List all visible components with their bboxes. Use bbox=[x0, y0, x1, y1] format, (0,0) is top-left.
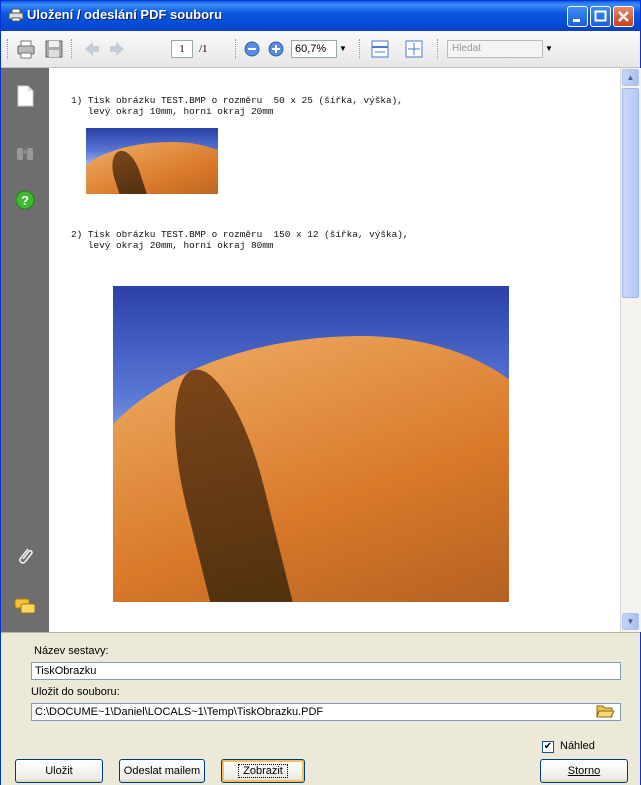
svg-text:?: ? bbox=[21, 193, 29, 208]
navigation-sidebar: ? bbox=[1, 68, 49, 632]
maximize-icon bbox=[594, 10, 607, 22]
comments-icon[interactable] bbox=[13, 594, 37, 618]
page-total: /1 bbox=[199, 43, 208, 55]
test-bmp-image-small bbox=[86, 128, 218, 194]
binoculars-icon[interactable] bbox=[13, 142, 37, 166]
open-folder-icon[interactable] bbox=[595, 702, 615, 720]
toolbar-grip bbox=[71, 39, 74, 59]
zoom-dropdown-icon[interactable]: ▼ bbox=[339, 44, 347, 53]
fit-page-icon[interactable] bbox=[403, 38, 425, 60]
zoom-input[interactable]: 60,7% bbox=[291, 40, 337, 58]
fit-width-icon[interactable] bbox=[369, 38, 391, 60]
send-mail-button[interactable]: Odeslat mailem bbox=[119, 759, 205, 783]
toolbar-grip bbox=[359, 39, 362, 59]
close-button[interactable] bbox=[613, 6, 634, 27]
maximize-button[interactable] bbox=[590, 6, 611, 27]
print-icon[interactable] bbox=[15, 38, 37, 60]
minimize-icon bbox=[573, 19, 580, 22]
window-title: Uložení / odeslání PDF souboru bbox=[27, 7, 223, 22]
cancel-button-label: Storno bbox=[567, 765, 601, 777]
settings-panel: Název sestavy: TiskObrazku Uložit do sou… bbox=[1, 632, 640, 785]
close-icon bbox=[618, 11, 629, 22]
show-button-label: Zobrazit bbox=[238, 764, 288, 778]
cancel-button[interactable]: Storno bbox=[540, 759, 628, 783]
next-page-icon[interactable] bbox=[106, 38, 128, 60]
page-number-input[interactable]: 1 bbox=[171, 40, 193, 58]
pages-icon[interactable] bbox=[13, 84, 37, 108]
pdf-preview[interactable]: 1) Tisk obrázku TEST.BMP o rozměru 50 x … bbox=[49, 68, 620, 632]
show-button[interactable]: Zobrazit bbox=[221, 759, 305, 783]
zoom-in-icon[interactable] bbox=[265, 38, 287, 60]
attachment-icon[interactable] bbox=[13, 544, 37, 568]
save-disk-icon[interactable] bbox=[43, 38, 65, 60]
save-file-label: Uložit do souboru: bbox=[31, 686, 120, 698]
save-file-input[interactable]: C:\DOCUME~1\Daniel\LOCALS~1\Temp\TiskObr… bbox=[31, 703, 621, 721]
toolbar-grip bbox=[437, 39, 440, 59]
document-text-line: levý okraj 20mm, horní okraj 80mm bbox=[71, 240, 274, 251]
toolbar-grip bbox=[235, 39, 238, 59]
preview-checkbox[interactable]: ✔ bbox=[542, 741, 554, 753]
scroll-up-icon[interactable]: ▲ bbox=[622, 69, 639, 86]
scroll-down-icon[interactable]: ▼ bbox=[622, 613, 639, 630]
minimize-button[interactable] bbox=[567, 6, 588, 27]
help-icon[interactable]: ? bbox=[13, 188, 37, 212]
document-text-line: levý okraj 10mm, horní okraj 20mm bbox=[71, 106, 274, 117]
toolbar-grip bbox=[7, 39, 10, 59]
report-name-label: Název sestavy: bbox=[34, 645, 109, 657]
document-text-line: 1) Tisk obrázku TEST.BMP o rozměru 50 x … bbox=[71, 95, 403, 106]
search-dropdown-icon[interactable]: ▼ bbox=[545, 44, 553, 53]
search-input[interactable]: Hledat bbox=[447, 40, 543, 58]
document-text-line: 2) Tisk obrázku TEST.BMP o rozměru 150 x… bbox=[71, 229, 409, 240]
title-bar[interactable]: Uložení / odeslání PDF souboru bbox=[1, 1, 640, 31]
scroll-thumb[interactable] bbox=[622, 88, 639, 298]
vertical-scrollbar[interactable]: ▲ ▼ bbox=[620, 68, 641, 632]
previous-page-icon[interactable] bbox=[81, 38, 103, 60]
pdf-toolbar: 1 /1 60,7% ▼ Hledat ▼ bbox=[1, 31, 640, 68]
report-name-input[interactable]: TiskObrazku bbox=[31, 662, 621, 680]
save-button[interactable]: Uložit bbox=[15, 759, 103, 783]
preview-checkbox-label: Náhled bbox=[560, 740, 595, 752]
zoom-out-icon[interactable] bbox=[241, 38, 263, 60]
dune-shape bbox=[86, 142, 218, 194]
printer-icon bbox=[8, 8, 24, 22]
test-bmp-image-large bbox=[113, 286, 509, 602]
dune-shape bbox=[113, 336, 509, 602]
dialog-window: Uložení / odeslání PDF souboru 1 /1 60,7… bbox=[0, 0, 641, 785]
